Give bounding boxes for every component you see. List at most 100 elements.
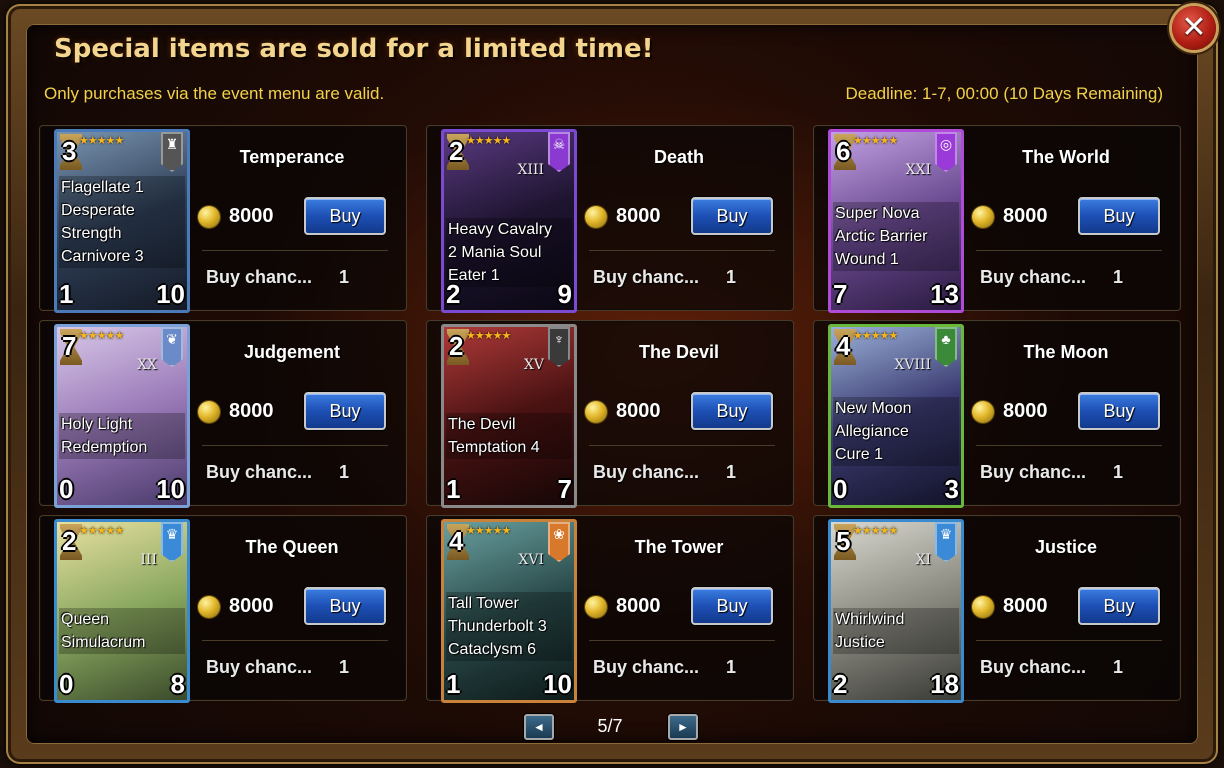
shop-item: ★★★★★ 2 ♛ III Queen Simulacrum 0 8 The Queen 800… (39, 515, 407, 703)
crown-crest-icon: ♛ (935, 522, 957, 562)
hero-card[interactable]: ★★★★★ 6 ◎ XXI Super Nova Arctic Barrier Woun… (828, 129, 964, 313)
star-rating: ★★★★★ (79, 134, 124, 147)
item-name: The Tower (634, 537, 724, 557)
card-skills: The Devil Temptation 4 (446, 413, 572, 459)
close-button[interactable]: ✕ (1172, 6, 1216, 50)
prev-page-button[interactable]: ◄ (524, 714, 554, 740)
star-rating: ★★★★★ (853, 329, 898, 342)
card-skills: Flagellate 1 Desperate Strength Carnivor… (59, 176, 185, 268)
buy-chance-value: 1 (1113, 267, 1124, 287)
card-level: 2 (449, 331, 464, 361)
card-level: 3 (62, 136, 77, 166)
hero-card[interactable]: ★★★★★ 4 ♣ XVIII New Moon Allegiance Cure 1 0 3 (828, 324, 964, 508)
buy-button[interactable]: Buy (691, 197, 773, 235)
hero-card[interactable]: ★★★★★ 2 ♛ III Queen Simulacrum 0 8 (54, 519, 190, 703)
shop-item: ★★★★★ 4 ♣ XVIII New Moon Allegiance Cure 1 0 3… (813, 320, 1181, 508)
buy-chance-label: Buy chanc... (206, 462, 313, 482)
hero-card[interactable]: ★★★★★ 7 ❦ XX Holy Light Redemption 0 10 (54, 324, 190, 508)
item-name: Death (653, 147, 704, 167)
item-price: 8000 (1003, 400, 1048, 422)
item-name: The Queen (245, 537, 339, 557)
card-skills: Queen Simulacrum (59, 608, 185, 654)
hero-card[interactable]: ★★★★★ 4 ❀ XVI Tall Tower Thunderbolt 3 Catac… (441, 519, 577, 703)
card-health: 13 (930, 279, 959, 309)
next-page-button[interactable]: ► (668, 714, 698, 740)
card-health: 18 (930, 669, 959, 699)
star-rating: ★★★★★ (466, 524, 511, 537)
card-attack: 0 (59, 474, 74, 504)
shop-item: ★★★★★ 5 ♛ XI Whirlwind Justice 2 18 Justice 8000… (813, 515, 1181, 703)
horn-crest-icon: ♆ (548, 327, 570, 367)
divider (976, 250, 1162, 251)
gold-coin-icon (585, 596, 607, 618)
buy-chance-label: Buy chanc... (593, 267, 700, 287)
card-attack: 1 (446, 669, 461, 699)
card-level: 6 (836, 136, 851, 166)
swirl-crest-icon: ◎ (935, 132, 957, 172)
card-numeral: III (140, 552, 157, 568)
gold-coin-icon (972, 401, 994, 423)
gold-coin-icon (198, 206, 220, 228)
card-health: 10 (543, 669, 572, 699)
buy-button[interactable]: Buy (304, 392, 386, 430)
card-attack: 1 (59, 279, 74, 309)
item-name: Judgement (243, 342, 340, 362)
card-health: 8 (170, 669, 185, 699)
card-numeral: XX (137, 357, 157, 373)
buy-button[interactable]: Buy (1078, 392, 1160, 430)
card-skills: Holy Light Redemption (59, 413, 185, 459)
card-skills: Heavy Cavalry 2 Mania Soul Eater 1 (446, 218, 572, 287)
star-rating: ★★★★★ (853, 524, 898, 537)
shop-item: ★★★★★ 7 ❦ XX Holy Light Redemption 0 10 Judgeme… (39, 320, 407, 508)
star-rating: ★★★★★ (79, 329, 124, 342)
item-price: 8000 (229, 595, 274, 617)
shop-item: ★★★★★ 2 ♆ XV The Devil Temptation 4 1 7 The Dev… (426, 320, 794, 508)
hero-card[interactable]: ★★★★★ 3 ♜ Flagellate 1 Desperate Strength C… (54, 129, 190, 313)
divider (202, 445, 388, 446)
divider (202, 250, 388, 251)
buy-chance-value: 1 (339, 267, 350, 287)
star-rating: ★★★★★ (79, 524, 124, 537)
skull-crest-icon: ☠ (548, 132, 570, 172)
buy-chance-value: 1 (726, 462, 737, 482)
item-price: 8000 (229, 400, 274, 422)
gold-coin-icon (198, 401, 220, 423)
buy-button[interactable]: Buy (691, 392, 773, 430)
buy-chance-value: 1 (1113, 657, 1124, 677)
hero-card[interactable]: ★★★★★ 5 ♛ XI Whirlwind Justice 2 18 (828, 519, 964, 703)
hero-card[interactable]: ★★★★★ 2 ☠ XIII Heavy Cavalry 2 Mania Soul Ea… (441, 129, 577, 313)
card-level: 5 (836, 526, 851, 556)
buy-button[interactable]: Buy (1078, 197, 1160, 235)
card-level: 7 (62, 331, 77, 361)
card-numeral: XVIII (894, 357, 931, 373)
card-attack: 7 (833, 279, 848, 309)
card-numeral: XVI (518, 552, 544, 568)
card-health: 7 (557, 474, 572, 504)
card-attack: 1 (446, 474, 461, 504)
item-price: 8000 (616, 595, 661, 617)
gold-coin-icon (585, 206, 607, 228)
hero-card[interactable]: ★★★★★ 2 ♆ XV The Devil Temptation 4 1 7 (441, 324, 577, 508)
buy-chance-value: 1 (339, 462, 350, 482)
item-price: 8000 (616, 400, 661, 422)
gold-coin-icon (972, 206, 994, 228)
card-skills: Tall Tower Thunderbolt 3 Cataclysm 6 (446, 592, 572, 661)
buy-chance-label: Buy chanc... (206, 657, 313, 677)
item-name: The Moon (1023, 342, 1109, 362)
card-health: 10 (156, 279, 185, 309)
card-skills: Super Nova Arctic Barrier Wound 1 (833, 202, 959, 271)
divider (589, 445, 775, 446)
star-rating: ★★★★★ (466, 329, 511, 342)
card-numeral: XXI (905, 162, 931, 178)
divider (589, 250, 775, 251)
card-level: 2 (449, 136, 464, 166)
card-health: 9 (557, 279, 572, 309)
buy-button[interactable]: Buy (304, 587, 386, 625)
gold-coin-icon (585, 401, 607, 423)
card-attack: 2 (446, 279, 461, 309)
buy-button[interactable]: Buy (304, 197, 386, 235)
buy-button[interactable]: Buy (691, 587, 773, 625)
buy-button[interactable]: Buy (1078, 587, 1160, 625)
buy-chance-value: 1 (1113, 462, 1124, 482)
card-attack: 0 (59, 669, 74, 699)
